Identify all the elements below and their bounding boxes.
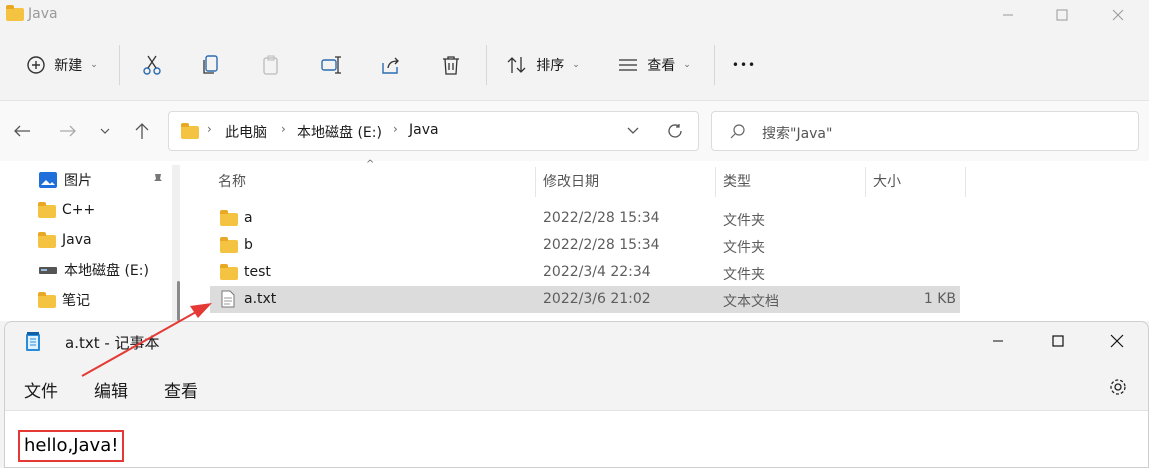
annotation-arrow bbox=[81, 303, 212, 377]
